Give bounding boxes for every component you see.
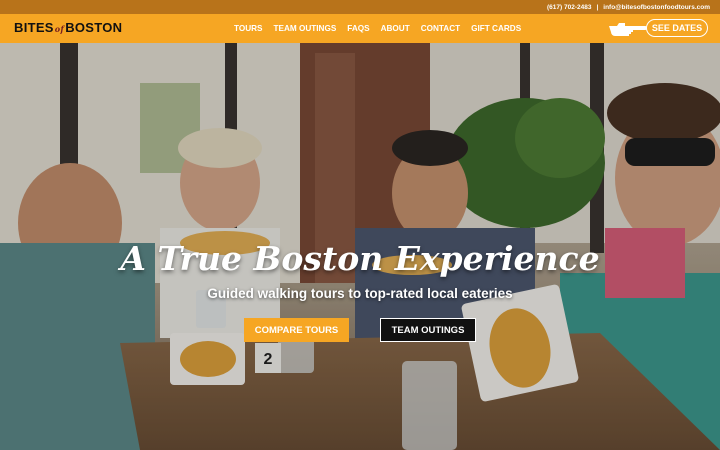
nav-item-gift-cards[interactable]: GIFT CARDS — [471, 24, 521, 33]
nav-item-tours[interactable]: TOURS — [234, 24, 263, 33]
main-navbar: BITES of BOSTON TOURS TEAM OUTINGS FAQS … — [0, 14, 720, 43]
logo-boston: BOSTON — [65, 20, 123, 35]
divider: | — [596, 3, 599, 11]
top-contact-bar: (617) 702-2483 | info@bitesofbostonfoodt… — [0, 0, 720, 14]
hero-section: 2 A True Boston Experience Guided walkin… — [0, 43, 720, 450]
pointing-hand-icon — [609, 23, 647, 36]
phone-link[interactable]: (617) 702-2483 — [547, 4, 591, 11]
team-outings-button[interactable]: TEAM OUTINGS — [380, 318, 476, 342]
compare-tours-button[interactable]: COMPARE TOURS — [244, 318, 349, 342]
nav-menu: TOURS TEAM OUTINGS FAQS ABOUT CONTACT GI… — [234, 14, 521, 43]
nav-item-about[interactable]: ABOUT — [381, 24, 410, 33]
nav-item-team-outings[interactable]: TEAM OUTINGS — [274, 24, 337, 33]
see-dates-button[interactable]: SEE DATES — [646, 19, 708, 37]
logo-bites: BITES — [14, 20, 54, 35]
hero-headline: A True Boston Experience — [120, 239, 600, 278]
logo-of: of — [54, 24, 65, 34]
site-logo[interactable]: BITES of BOSTON — [14, 20, 122, 35]
hero-subheadline: Guided walking tours to top-rated local … — [207, 286, 513, 301]
nav-item-faqs[interactable]: FAQS — [347, 24, 369, 33]
nav-item-contact[interactable]: CONTACT — [421, 24, 460, 33]
email-link[interactable]: info@bitesofbostonfoodtours.com — [603, 4, 710, 11]
